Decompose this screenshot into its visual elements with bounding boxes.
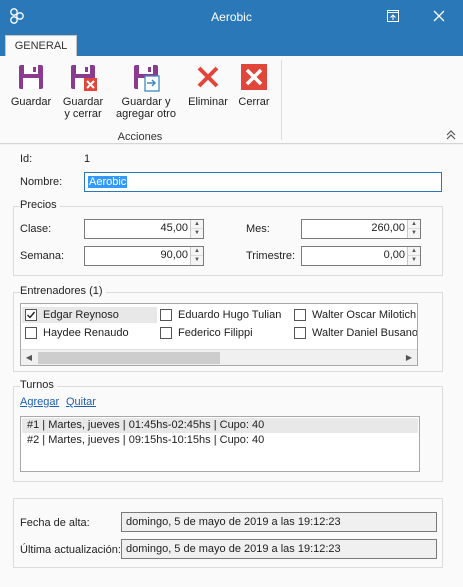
fecha-alta-label: Fecha de alta: <box>20 517 90 529</box>
delete-label: Eliminar <box>188 96 228 108</box>
horizontal-scrollbar[interactable]: ◀ ▶ <box>21 349 417 365</box>
save-label: Guardar <box>10 96 52 108</box>
collapse-ribbon-icon[interactable] <box>445 130 457 140</box>
nombre-label: Nombre: <box>20 176 63 188</box>
entrenadores-title: Entrenadores (1) <box>20 285 106 297</box>
entrenadores-checklist[interactable]: Edgar Reynoso Haydee Renaudo Eduardo Hug… <box>20 303 418 366</box>
fecha-alta-value: domingo, 5 de mayo de 2019 a las 19:12:2… <box>121 512 437 532</box>
ribbon-separator <box>281 60 282 140</box>
turno-row[interactable]: #2 | Martes, jueves | 09:15hs-10:15hs | … <box>22 433 418 448</box>
delete-button[interactable]: Eliminar <box>186 62 230 108</box>
turnos-list[interactable]: #1 | Martes, jueves | 01:45hs-02:45hs | … <box>20 416 420 472</box>
agregar-link[interactable]: Agregar <box>20 396 59 408</box>
nombre-input[interactable]: Aerobic <box>84 172 442 192</box>
close-form-label: Cerrar <box>238 96 270 108</box>
checkbox[interactable] <box>160 327 172 339</box>
close-form-button[interactable]: Cerrar <box>234 62 274 108</box>
id-value: 1 <box>84 153 91 165</box>
semana-spin-arrows[interactable]: ▲ ▼ <box>190 247 203 265</box>
delete-x-icon <box>197 66 219 88</box>
trimestre-spin-arrows[interactable]: ▲ ▼ <box>407 247 420 265</box>
ultima-actualizacion-value: domingo, 5 de mayo de 2019 a las 19:12:2… <box>121 539 437 559</box>
semana-label: Semana: <box>20 250 65 262</box>
nombre-input-value: Aerobic <box>88 176 128 188</box>
tab-general[interactable]: GENERAL <box>5 35 77 56</box>
turno-row[interactable]: #1 | Martes, jueves | 01:45hs-02:45hs | … <box>22 418 418 433</box>
semana-spinner[interactable]: 90,00 ▲ ▼ <box>84 246 204 266</box>
checkbox[interactable] <box>25 327 37 339</box>
ribbon-tabs: GENERAL <box>0 33 463 56</box>
save-add-button[interactable]: Guardar y agregar otro <box>113 62 179 120</box>
save-close-label-2: y cerrar <box>64 108 102 120</box>
semana-value: 90,00 <box>160 249 188 261</box>
save-close-button[interactable]: Guardar y cerrar <box>58 62 108 120</box>
save-add-icon <box>134 65 160 92</box>
id-label: Id: <box>20 153 33 165</box>
turnos-title: Turnos <box>20 379 57 391</box>
checkbox[interactable] <box>25 309 37 321</box>
checkmark-icon <box>27 311 36 319</box>
mes-spinner[interactable]: 260,00 ▲ ▼ <box>301 219 421 239</box>
scroll-right-icon[interactable]: ▶ <box>401 350 417 365</box>
save-close-icon <box>71 65 97 91</box>
save-button[interactable]: Guardar <box>9 62 53 108</box>
close-icon[interactable] <box>430 7 448 25</box>
clase-spin-arrows[interactable]: ▲ ▼ <box>190 220 203 238</box>
mes-spin-arrows[interactable]: ▲ ▼ <box>407 220 420 238</box>
save-close-label-1: Guardar <box>62 96 104 108</box>
scroll-left-icon[interactable]: ◀ <box>21 350 37 365</box>
quitar-link[interactable]: Quitar <box>66 396 96 408</box>
restore-window-icon[interactable] <box>384 7 402 25</box>
save-add-label-2: agregar otro <box>116 108 176 120</box>
trimestre-label: Trimestre: <box>246 250 296 262</box>
save-add-label-1: Guardar y <box>121 96 171 108</box>
checkbox[interactable] <box>294 309 306 321</box>
checkbox[interactable] <box>294 327 306 339</box>
entrenador-name: Eduardo Hugo Tulian <box>178 309 282 321</box>
clase-label: Clase: <box>20 223 52 235</box>
save-icon <box>19 65 43 89</box>
entrenador-name: Haydee Renaudo <box>43 327 129 339</box>
scroll-thumb[interactable] <box>38 352 220 364</box>
mes-value: 260,00 <box>371 222 405 234</box>
checkbox[interactable] <box>160 309 172 321</box>
ribbon: Guardar Guardar y cerrar Guardar y agreg… <box>0 56 463 144</box>
title-bar: Aerobic <box>0 0 463 33</box>
ribbon-group-label: Acciones <box>117 131 163 143</box>
entrenador-name: Edgar Reynoso <box>43 309 119 321</box>
precios-title: Precios <box>20 199 60 211</box>
close-box-icon <box>241 64 267 90</box>
trimestre-value: 0,00 <box>383 249 405 261</box>
entrenador-name: Walter Daniel Busano <box>312 327 418 339</box>
mes-label: Mes: <box>246 223 270 235</box>
clase-spinner[interactable]: 45,00 ▲ ▼ <box>84 219 204 239</box>
ultima-actualizacion-label: Última actualización: <box>20 544 121 556</box>
entrenador-name: Walter Oscar Milotich <box>312 309 417 321</box>
entrenador-name: Federico Filippi <box>178 327 253 339</box>
trimestre-spinner[interactable]: 0,00 ▲ ▼ <box>301 246 421 266</box>
clase-value: 45,00 <box>160 222 188 234</box>
